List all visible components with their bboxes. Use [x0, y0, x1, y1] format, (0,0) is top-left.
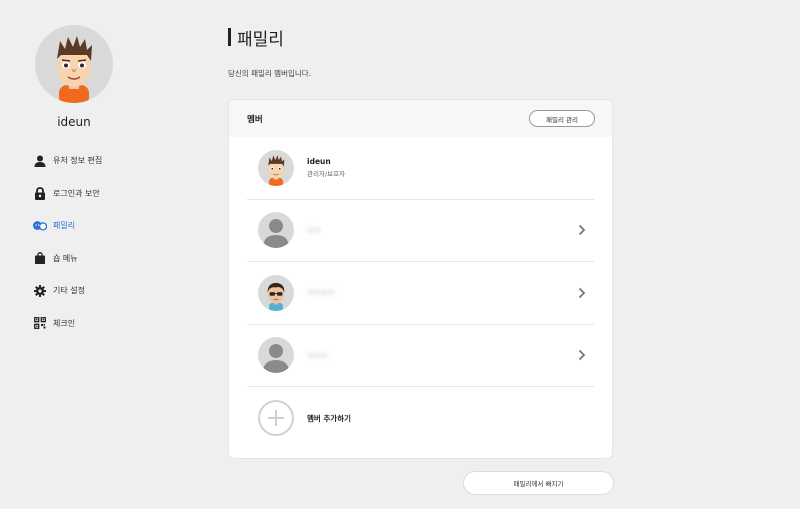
mii-face-icon — [268, 154, 285, 186]
add-member-label: 멤버 추가하기 — [307, 413, 352, 423]
member-row[interactable]: ㅇㅇㅇㅇ — [247, 262, 594, 325]
sidebar-item-label: 체크인 — [53, 318, 76, 328]
title-bar — [228, 28, 231, 46]
sidebar-item-family[interactable]: 패밀리 — [33, 217, 102, 234]
chevron-right-icon — [578, 350, 586, 361]
sidebar-item-shop[interactable]: 숍 메뉴 — [33, 250, 102, 267]
member-list: ideun 관리자/보호자 ㅇㅇ ㅇㅇㅇㅇ ㅇㅇㅇ 멤버 추가하기 — [229, 137, 612, 450]
sidebar-item-settings[interactable]: 기타 설정 — [33, 282, 102, 299]
plus-icon — [258, 400, 294, 437]
member-name: ㅇㅇㅇㅇ — [307, 288, 335, 298]
member-avatar — [258, 149, 294, 186]
card-header: 멤버 패밀리 관리 — [229, 100, 612, 137]
page-title-text: 패밀리 — [237, 29, 284, 50]
sidebar: ideun 유저 정보 편집 로그인과 보안 패밀리 숍 메뉴 기타 설정 체크… — [0, 0, 200, 509]
sidebar-item-label: 로그인과 보안 — [53, 188, 100, 198]
member-name: ㅇㅇㅇ — [307, 350, 328, 360]
default-user-icon — [263, 344, 289, 374]
member-avatar — [258, 274, 294, 311]
manage-family-button[interactable]: 패밀리 관리 — [529, 110, 595, 127]
gear-icon — [33, 284, 47, 298]
member-name: ideun — [307, 157, 331, 167]
page-title: 패밀리 — [228, 27, 284, 50]
default-user-icon — [263, 219, 289, 249]
chevron-right-icon — [578, 225, 586, 236]
sidebar-item-checkin[interactable]: 체크인 — [33, 315, 102, 332]
member-row[interactable]: ideun 관리자/보호자 — [247, 137, 594, 200]
card-title: 멤버 — [247, 114, 263, 125]
page-subtitle: 당신의 패밀리 멤버입니다. — [228, 69, 312, 78]
member-role: 관리자/보호자 — [307, 170, 346, 179]
user-icon — [33, 154, 47, 168]
shopping-bag-icon — [33, 251, 47, 265]
mii-sunglasses-face-icon — [267, 282, 285, 311]
leave-family-button[interactable]: 패밀리에서 빠지기 — [463, 471, 614, 495]
sidebar-item-label: 숍 메뉴 — [53, 253, 78, 263]
member-avatar — [258, 212, 294, 249]
sidebar-item-security[interactable]: 로그인과 보안 — [33, 185, 102, 202]
sidebar-item-label: 패밀리 — [53, 221, 76, 230]
sidebar-nav: 유저 정보 편집 로그인과 보안 패밀리 숍 메뉴 기타 설정 체크인 — [33, 152, 102, 347]
sidebar-item-label: 기타 설정 — [53, 286, 85, 295]
profile-name: ideun — [57, 115, 91, 129]
profile-avatar[interactable] — [35, 25, 113, 103]
member-row[interactable]: ㅇㅇㅇ — [247, 325, 594, 387]
member-row[interactable]: ㅇㅇ — [247, 200, 594, 262]
sidebar-item-user-info[interactable]: 유저 정보 편집 — [33, 152, 102, 169]
sidebar-item-label: 유저 정보 편집 — [53, 156, 103, 165]
family-icon — [33, 219, 47, 233]
chevron-right-icon — [578, 287, 586, 298]
members-card: 멤버 패밀리 관리 ideun 관리자/보호자 ㅇㅇ ㅇㅇㅇㅇ ㅇㅇㅇ 멤버 추… — [228, 99, 613, 459]
lock-icon — [33, 186, 47, 200]
qr-code-icon — [33, 316, 47, 330]
mii-face-icon — [57, 36, 92, 103]
add-member-row[interactable]: 멤버 추가하기 — [247, 387, 594, 450]
member-avatar — [258, 337, 294, 374]
member-name: ㅇㅇ — [307, 225, 321, 235]
